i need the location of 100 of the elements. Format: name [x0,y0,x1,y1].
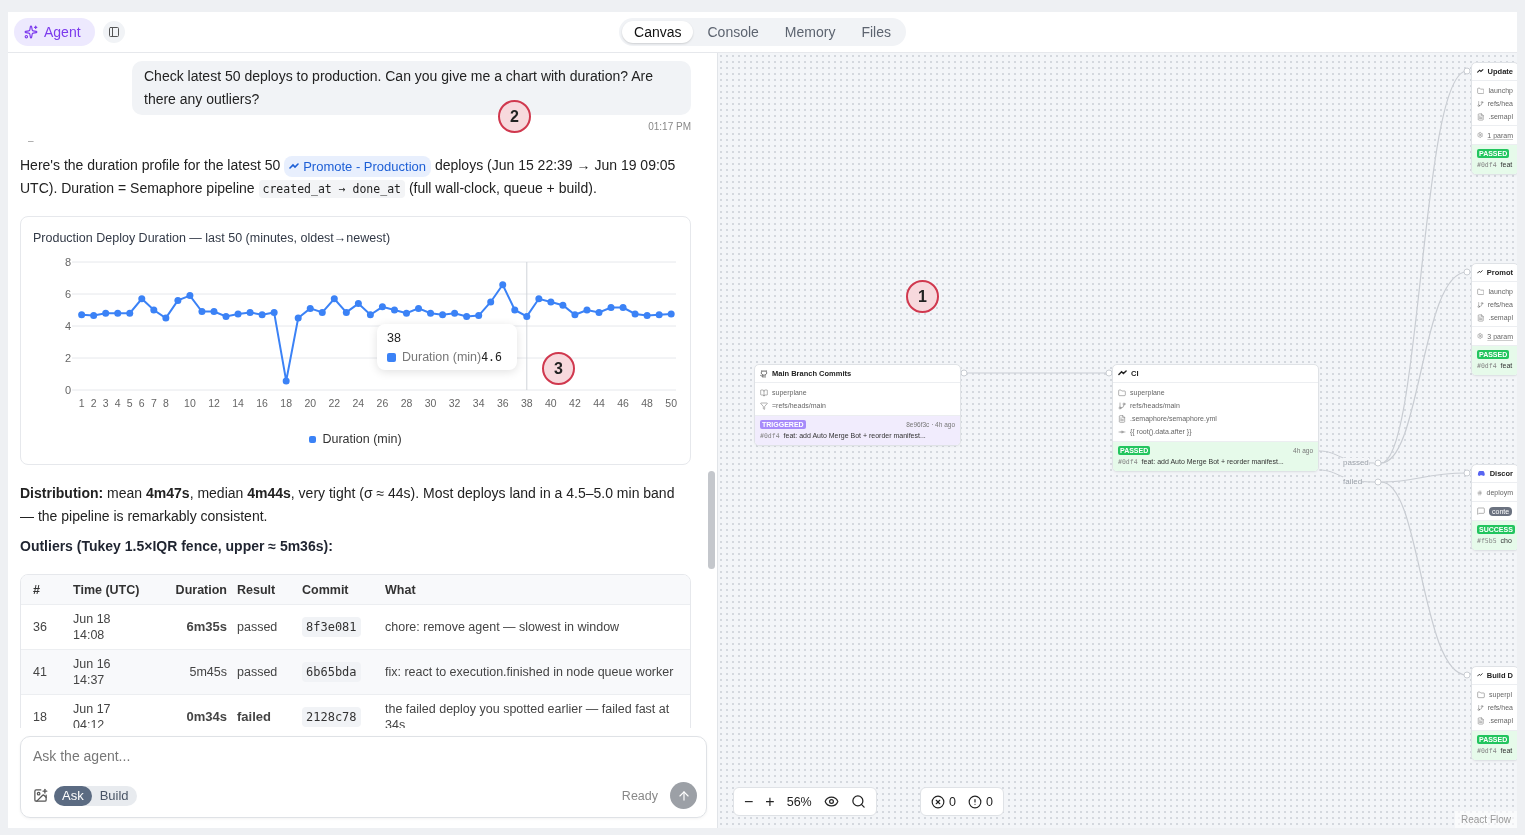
branch-icon [1118,401,1126,410]
search-button[interactable] [850,794,866,809]
axis-tick-label: 34 [472,397,485,409]
data-point [559,301,567,309]
file-icon [1477,716,1485,725]
data-point [234,310,242,318]
column-header: Commit [302,582,350,597]
data-point [619,304,627,312]
data-point [246,308,254,316]
image-upload-button[interactable] [33,788,48,803]
port-label: failed [1343,477,1363,486]
data-point [198,308,206,316]
status-text: Ready [621,788,658,803]
file-icon [1477,112,1485,121]
data-point [126,309,134,317]
axis-tick-label: 38 [520,397,533,409]
zoom-level: 56% [786,794,812,809]
view-tab[interactable]: Files [849,21,903,43]
column-header: Duration [174,582,228,597]
agent-button[interactable]: Agent [14,18,95,46]
axis-tick-label: 30 [424,397,437,409]
axis-tick-label: 8 [162,397,169,409]
commit-hash: 2128c78 [302,707,361,727]
mode-option[interactable]: Ask [54,785,92,806]
data-point [643,312,651,320]
data-point [306,304,314,312]
chart-title: Production Deploy Duration — last 50 (minutes, oldest→newest) [33,230,392,246]
axis-tick-label: 2 [64,352,71,364]
data-point [258,311,266,319]
data-point [294,314,302,322]
sparkles-icon [24,25,38,39]
view-tab[interactable]: Canvas [622,21,694,43]
axis-tick-label: 6 [138,397,145,409]
data-point [378,303,386,311]
data-point [451,309,459,317]
column-header: Time (UTC) [73,582,141,597]
axis-tick-label: 40 [545,397,557,409]
data-point [595,308,603,316]
branch-icon [1477,703,1484,712]
axis-tick-label: 46 [617,397,629,409]
legend-swatch [387,352,396,362]
data-point [655,311,663,319]
table-cell-text: Jun 16 14:37 [73,656,112,688]
table-cell-text: Jun 18 14:08 [73,611,112,643]
pipeline-link[interactable]: Promote - Production [284,156,431,177]
data-point [366,311,374,319]
data-point [150,306,158,314]
axis-tick-label: 8 [64,256,71,268]
view-toggle-button[interactable] [823,794,839,809]
mode-option[interactable]: Build [91,785,137,806]
table-cell-text: 6m35s [185,619,228,635]
table-cell-text: 36 [33,619,48,635]
agent-message: Here's the duration profile for the latest 50 Promote - Production deploys (Jun 15 22:39 → Jun 19 09:05 UTC). Duration = Semaphore pipeline created_at → done_at (full wall-clock, queue + build). [20,155,677,200]
axis-tick-label: 50 [665,397,678,409]
column-header: # [33,582,41,597]
data-point [318,308,326,316]
sidebar-toggle-button[interactable] [102,21,125,43]
settings-icon [1477,131,1484,139]
column-header: Result [237,582,277,597]
table-cell-text: chore: remove agent — slowest in window [385,619,621,635]
axis-tick-label: 24 [352,397,365,409]
game-controller-icon [1477,470,1486,477]
axis-tick-label: 36 [496,397,509,409]
book-icon [760,388,768,397]
send-button[interactable] [670,782,697,809]
data-point [571,311,579,319]
scrollbar-thumb[interactable] [708,471,715,569]
view-tab[interactable]: Console [695,21,771,43]
data-point [390,306,398,314]
view-tab[interactable]: Memory [772,21,848,43]
search-icon [850,794,866,809]
data-point [186,292,194,300]
distribution-text: Distribution: mean 4m47s, median 4m44s, very tight (σ ≈ 44s). Most deploys land in a 4.5–5.0 min band — the pipeline is remarkably consistent. [20,484,676,526]
commit-hash: 8f3e081 [302,617,361,637]
data-point [547,298,555,306]
warnings-button[interactable]: 0 [967,794,993,809]
axis-tick-label: 22 [328,397,341,409]
axis-tick-label: 44 [593,397,605,409]
branch-icon [1477,300,1484,309]
tooltip-label: Duration (min) [402,350,482,364]
column-header: What [385,582,417,597]
zoom-out-button[interactable]: − [744,792,754,811]
data-point [511,306,519,314]
data-point [415,304,422,312]
data-point [174,296,182,304]
zoom-in-button[interactable]: + [765,792,775,811]
image-icon [33,788,48,803]
error-icon [931,794,945,809]
axis-tick-label: 12 [208,397,220,409]
data-point [222,312,230,320]
axis-tick-label: 2 [90,397,97,409]
table-cell-text: passed [237,664,279,680]
errors-button[interactable]: 0 [931,794,956,809]
axis-tick-label: 10 [184,397,196,409]
semaphore-icon [1477,672,1483,679]
message-time: 01:17 PM [647,121,691,132]
warning-icon [967,794,982,809]
axis-tick-label: 4 [64,320,71,332]
file-icon [1477,313,1485,322]
axis-tick-label: 26 [376,397,389,409]
